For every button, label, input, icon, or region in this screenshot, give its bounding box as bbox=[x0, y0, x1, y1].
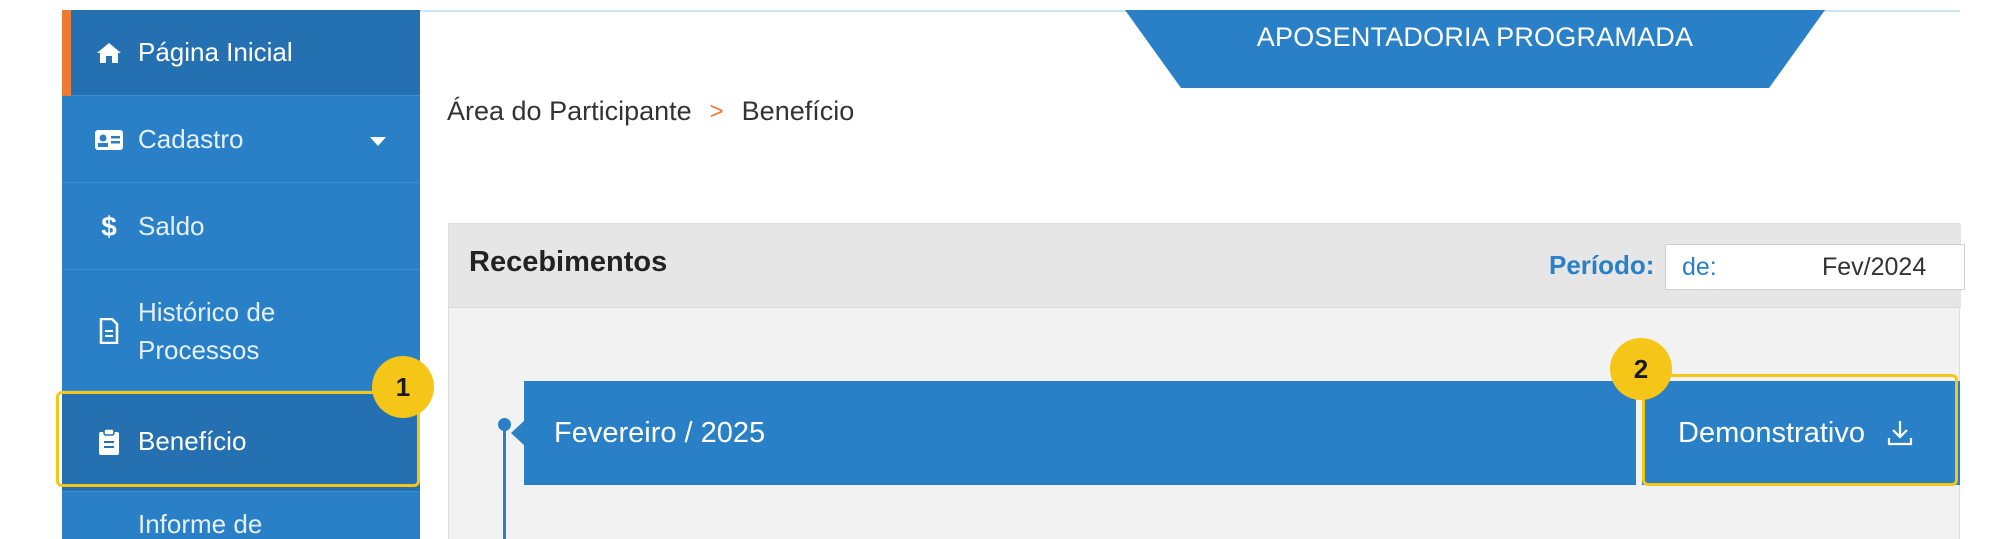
banner-title: APOSENTADORIA PROGRAMADA bbox=[1256, 22, 1694, 52]
breadcrumb: Área do Participante > Benefício bbox=[447, 96, 854, 127]
sidebar-item-historico[interactable]: Histórico de Processos bbox=[62, 271, 420, 391]
sidebar-item-label: Histórico de Processos bbox=[138, 296, 276, 365]
panel-header: Recebimentos Período: de: Fev/2024 bbox=[449, 224, 1965, 308]
breadcrumb-separator: > bbox=[709, 97, 724, 125]
panel-title: Recebimentos bbox=[469, 246, 668, 278]
period-from-input[interactable]: de: Fev/2024 bbox=[1665, 244, 1965, 290]
timeline-entry-label: Fevereiro / 2025 bbox=[554, 416, 766, 449]
callout-badge-2: 2 bbox=[1610, 338, 1672, 400]
sidebar-item-label: Informe de bbox=[138, 509, 263, 539]
timeline-pointer bbox=[511, 420, 525, 446]
active-accent bbox=[62, 10, 71, 96]
callout-highlight-beneficio bbox=[56, 391, 420, 487]
sidebar-item-saldo[interactable]: $ Saldo bbox=[62, 184, 420, 270]
home-icon bbox=[92, 41, 126, 65]
breadcrumb-current: Benefício bbox=[741, 96, 855, 126]
sidebar-item-informe[interactable]: Informe de bbox=[62, 493, 420, 539]
document-icon bbox=[92, 317, 126, 344]
id-card-icon bbox=[92, 129, 126, 151]
timeline-dot bbox=[498, 418, 511, 431]
sidebar-item-label: Saldo bbox=[138, 211, 205, 241]
callout-highlight-demonstrativo bbox=[1642, 374, 1958, 486]
callout-badge-1: 1 bbox=[372, 356, 434, 418]
sidebar-item-label: Página Inicial bbox=[138, 37, 293, 67]
page-banner: APOSENTADORIA PROGRAMADA bbox=[1125, 10, 1825, 88]
timeline-line bbox=[503, 425, 506, 539]
app-frame: Página Inicial Cadastro $ Saldo Históric… bbox=[0, 0, 2000, 539]
dollar-icon: $ bbox=[101, 210, 117, 242]
chevron-down-icon bbox=[370, 137, 386, 146]
sidebar-item-home[interactable]: Página Inicial bbox=[62, 10, 420, 96]
timeline-entry[interactable]: Fevereiro / 2025 bbox=[524, 381, 1636, 485]
sidebar-item-cadastro[interactable]: Cadastro bbox=[62, 97, 420, 183]
period-value: Fev/2024 bbox=[1822, 252, 1927, 281]
breadcrumb-root[interactable]: Área do Participante bbox=[447, 96, 692, 127]
period-prefix: de: bbox=[1682, 252, 1717, 281]
period-label: Período: bbox=[1549, 250, 1655, 280]
sidebar-item-label: Cadastro bbox=[138, 124, 244, 154]
